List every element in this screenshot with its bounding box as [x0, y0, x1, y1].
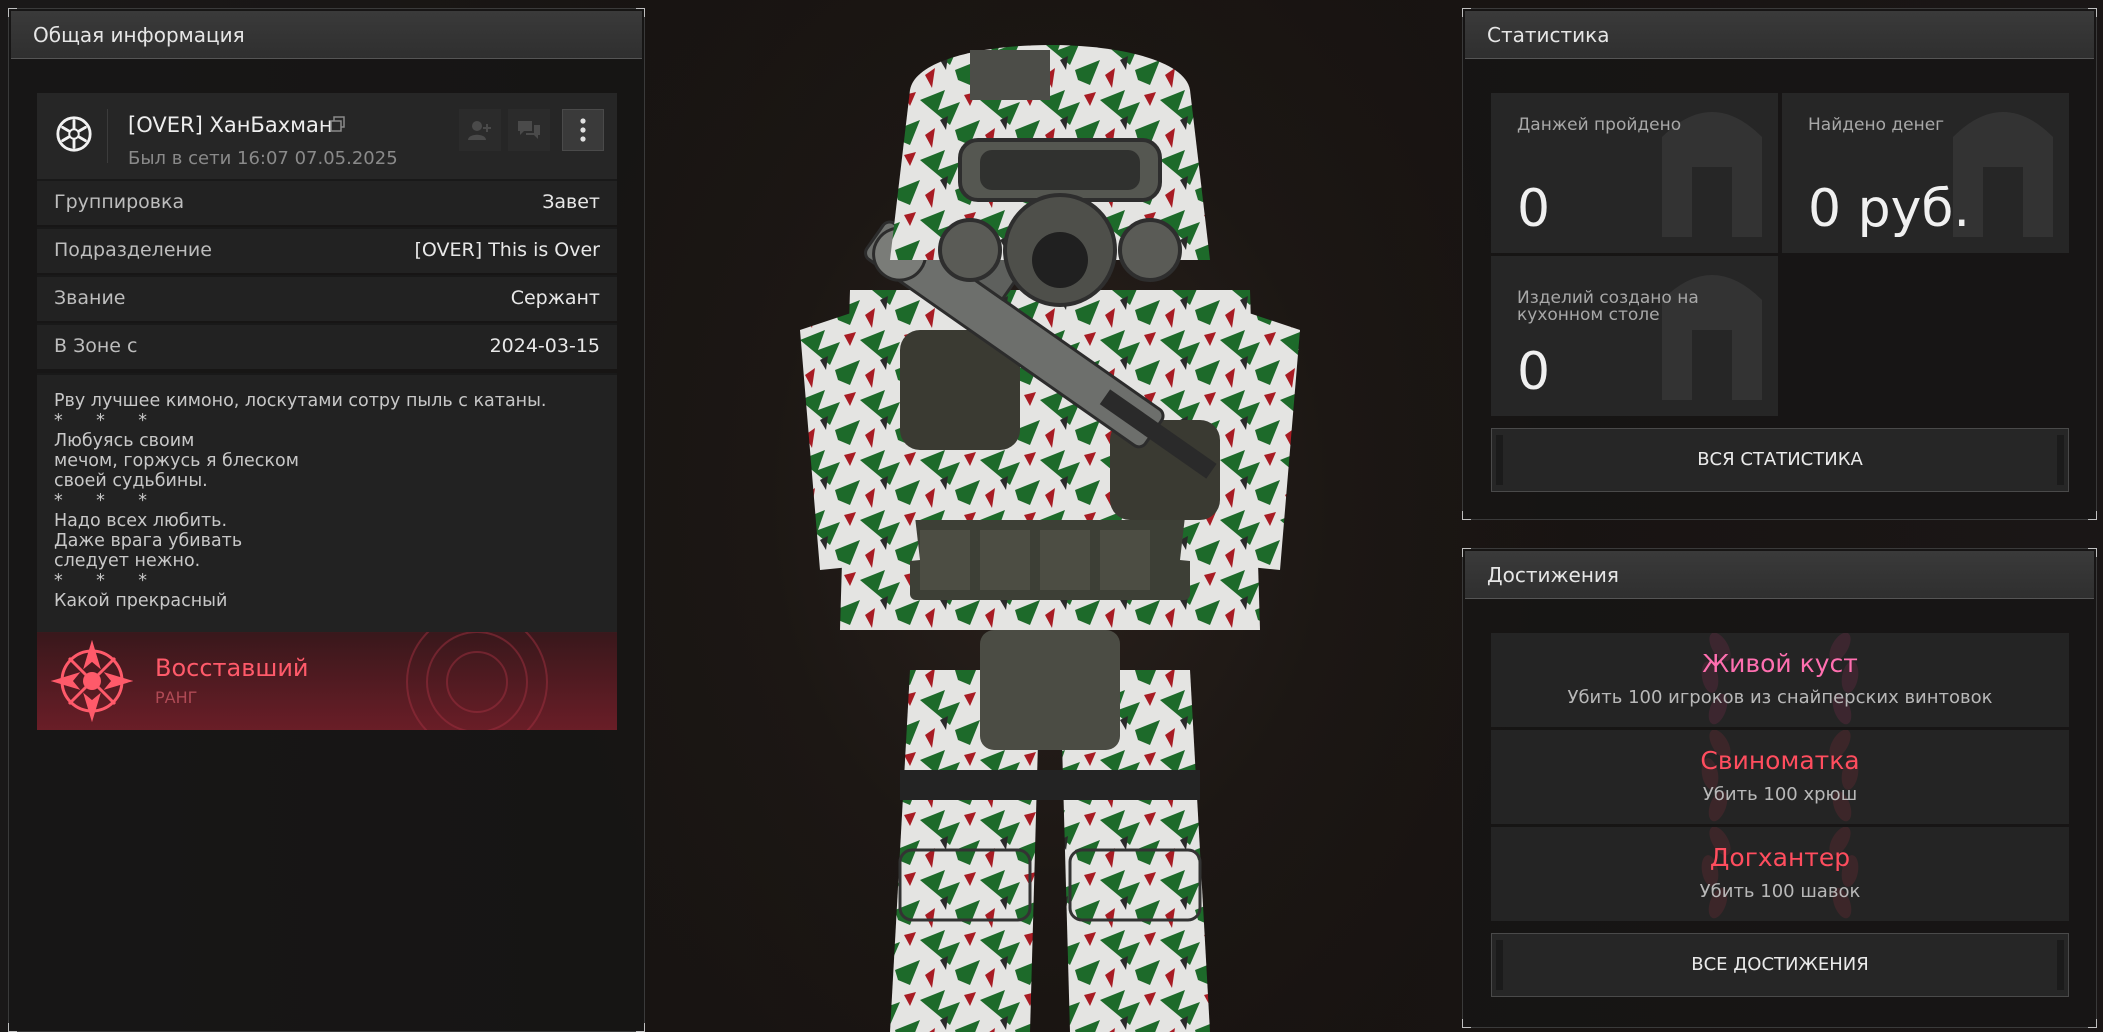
laurel-icon: [1701, 827, 1859, 919]
stat-cell-crafted: Изделий создано на кухонном столе 0: [1491, 256, 1778, 416]
stat-cell-money: Найдено денег 0 руб.: [1782, 93, 2069, 253]
faction-watermark-icon: [1662, 275, 1762, 400]
add-friend-icon: [468, 121, 491, 140]
info-value: Сержант: [510, 287, 600, 309]
rank-card: Восставший РАНГ: [37, 632, 617, 730]
achievements-header: Достижения: [1465, 551, 2094, 599]
all-statistics-button[interactable]: ВСЯ СТАТИСТИКА: [1491, 428, 2069, 492]
achievement-title: Свиноматка: [1700, 746, 1860, 775]
laurel-icon: [1701, 633, 1859, 725]
info-label: В Зоне с: [54, 335, 138, 357]
all-achievements-button[interactable]: ВСЕ ДОСТИЖЕНИЯ: [1491, 933, 2069, 997]
achievement-description: Убить 100 шавок: [1699, 881, 1861, 902]
info-row-zone-since: В Зоне с 2024-03-15: [37, 323, 617, 369]
bio-box[interactable]: Рву лучшее кимоно, лоскутами сотру пыль …: [37, 373, 617, 633]
stat-label: Найдено денег: [1808, 115, 1945, 135]
info-label: Звание: [54, 287, 126, 309]
more-options-button[interactable]: [562, 109, 604, 151]
profile-card: [OVER] ХанБахман Был в сети 16:07 07.05.…: [37, 93, 617, 179]
all-statistics-label: ВСЯ СТАТИСТИКА: [1697, 449, 1863, 470]
info-row-division: Подразделение [OVER] This is Over: [37, 227, 617, 273]
general-info-panel: Общая информация [OVER] ХанБахман Был в …: [8, 8, 645, 1032]
stat-value: 0: [1517, 342, 1551, 402]
statistics-header: Статистика: [1465, 11, 2094, 59]
achievement-item[interactable]: Догхантер Убить 100 шавок: [1491, 827, 2069, 921]
all-achievements-label: ВСЕ ДОСТИЖЕНИЯ: [1691, 954, 1869, 975]
info-row-faction: Группировка Завет: [37, 179, 617, 225]
achievement-description: Убить 100 хрюш: [1702, 784, 1858, 805]
info-row-rank: Звание Сержант: [37, 275, 617, 321]
stat-value: 0 руб.: [1808, 179, 1970, 239]
stat-label: Данжей пройдено: [1517, 115, 1682, 135]
copy-icon[interactable]: [329, 115, 347, 133]
more-vertical-icon: [580, 118, 586, 142]
achievement-item[interactable]: Живой куст Убить 100 игроков из снайперс…: [1491, 633, 2069, 727]
achievement-description: Убить 100 игроков из снайперских винтово…: [1567, 687, 1993, 708]
statistics-panel: Статистика Данжей пройдено 0 Найдено ден…: [1462, 8, 2097, 520]
info-label: Группировка: [54, 191, 185, 213]
character-model: [800, 45, 1300, 1032]
add-friend-button[interactable]: [459, 109, 501, 151]
stat-label: Изделий создано на кухонном столе: [1517, 288, 1699, 325]
achievement-item[interactable]: Свиноматка Убить 100 хрюш: [1491, 730, 2069, 824]
chat-button[interactable]: [508, 109, 550, 151]
stat-cell-dungeons: Данжей пройдено 0: [1491, 93, 1778, 253]
chat-icon: [518, 121, 540, 139]
bio-text: Рву лучшее кимоно, лоскутами сотру пыль …: [54, 391, 547, 611]
info-label: Подразделение: [54, 239, 212, 261]
general-info-header: Общая информация: [11, 11, 642, 59]
rank-emblem-icon: [51, 640, 133, 722]
last-online-text: Был в сети 16:07 07.05.2025: [128, 148, 398, 169]
info-value: [OVER] This is Over: [414, 239, 600, 261]
rank-name: Восставший: [155, 654, 309, 682]
info-value: 2024-03-15: [489, 335, 600, 357]
stat-value: 0: [1517, 179, 1551, 239]
achievement-title: Живой куст: [1702, 649, 1858, 678]
info-value: Завет: [542, 191, 600, 213]
faction-emblem-icon: [56, 116, 92, 152]
achievements-panel: Достижения Живой куст Убить 100 игроков …: [1462, 548, 2097, 1028]
rank-rings-decoration: [406, 632, 548, 730]
player-name: [OVER] ХанБахман: [128, 113, 333, 137]
rank-subtitle: РАНГ: [155, 688, 198, 707]
laurel-icon: [1701, 730, 1859, 822]
achievement-title: Догхантер: [1709, 843, 1851, 872]
profile-divider: [107, 109, 108, 163]
